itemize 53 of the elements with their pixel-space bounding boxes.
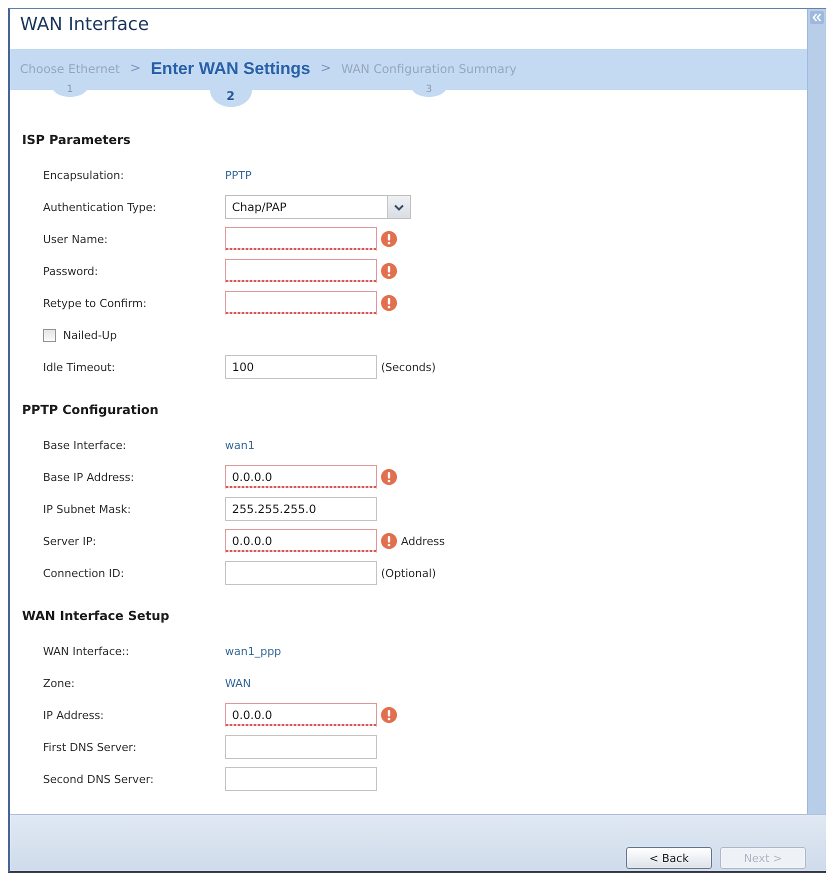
- error-icon: [381, 295, 397, 311]
- window-title: WAN Interface: [20, 14, 149, 36]
- field-label: Authentication Type:: [43, 200, 156, 214]
- checkbox[interactable]: [43, 328, 56, 342]
- text-field[interactable]: [225, 227, 377, 251]
- checkbox-label[interactable]: Nailed-Up: [63, 328, 117, 342]
- select-field[interactable]: Chap/PAP: [225, 195, 411, 219]
- field-label: Idle Timeout:: [43, 360, 116, 374]
- section-heading: WAN Interface Setup: [22, 608, 170, 624]
- field-value: WAN: [225, 676, 252, 690]
- text-field[interactable]: 255.255.255.0: [225, 497, 377, 521]
- double-chevron-left-icon[interactable]: [810, 11, 824, 24]
- field-label: Encapsulation:: [43, 168, 124, 182]
- field-label: Base Interface:: [43, 438, 126, 452]
- field-label: Retype to Confirm:: [43, 296, 147, 310]
- text-field[interactable]: [225, 561, 377, 585]
- field-label: IP Subnet Mask:: [43, 502, 131, 516]
- field-note: Address: [401, 534, 445, 548]
- field-label: Zone:: [43, 676, 75, 690]
- chevron-down-icon: [394, 204, 404, 210]
- text-field[interactable]: 0.0.0.0: [225, 465, 377, 489]
- section-heading: PPTP Configuration: [22, 402, 158, 418]
- text-field[interactable]: [225, 735, 377, 759]
- field-value: wan1_ppp: [225, 644, 282, 658]
- back-button[interactable]: < Back: [626, 847, 712, 869]
- field-value: wan1: [225, 438, 255, 452]
- field-label: Connection ID:: [43, 566, 124, 580]
- field-label: IP Address:: [43, 708, 104, 722]
- field-value: PPTP: [225, 168, 252, 182]
- field-label: WAN Interface::: [43, 644, 130, 658]
- field-label: Password:: [43, 264, 98, 278]
- text-field[interactable]: [225, 291, 377, 315]
- section-heading: ISP Parameters: [22, 132, 131, 148]
- error-icon: [381, 263, 397, 279]
- field-label: Second DNS Server:: [43, 772, 154, 786]
- text-field[interactable]: 0.0.0.0: [225, 703, 377, 727]
- error-icon: [381, 533, 397, 549]
- error-icon: [381, 231, 397, 247]
- field-note: (Optional): [381, 566, 436, 580]
- error-icon: [381, 469, 397, 485]
- field-label: Server IP:: [43, 534, 96, 548]
- field-label: Base IP Address:: [43, 470, 134, 484]
- text-field[interactable]: [225, 767, 377, 791]
- field-note: (Seconds): [381, 360, 436, 374]
- wizard-step: Enter WAN Settings: [150, 49, 310, 79]
- field-label: User Name:: [43, 232, 108, 246]
- step-separator: >: [130, 60, 141, 78]
- step-separator: >: [320, 60, 332, 78]
- text-field[interactable]: [225, 259, 377, 283]
- field-label: First DNS Server:: [43, 740, 136, 754]
- text-field[interactable]: 100: [225, 355, 377, 379]
- text-field[interactable]: 0.0.0.0: [225, 529, 377, 553]
- error-icon: [381, 707, 397, 723]
